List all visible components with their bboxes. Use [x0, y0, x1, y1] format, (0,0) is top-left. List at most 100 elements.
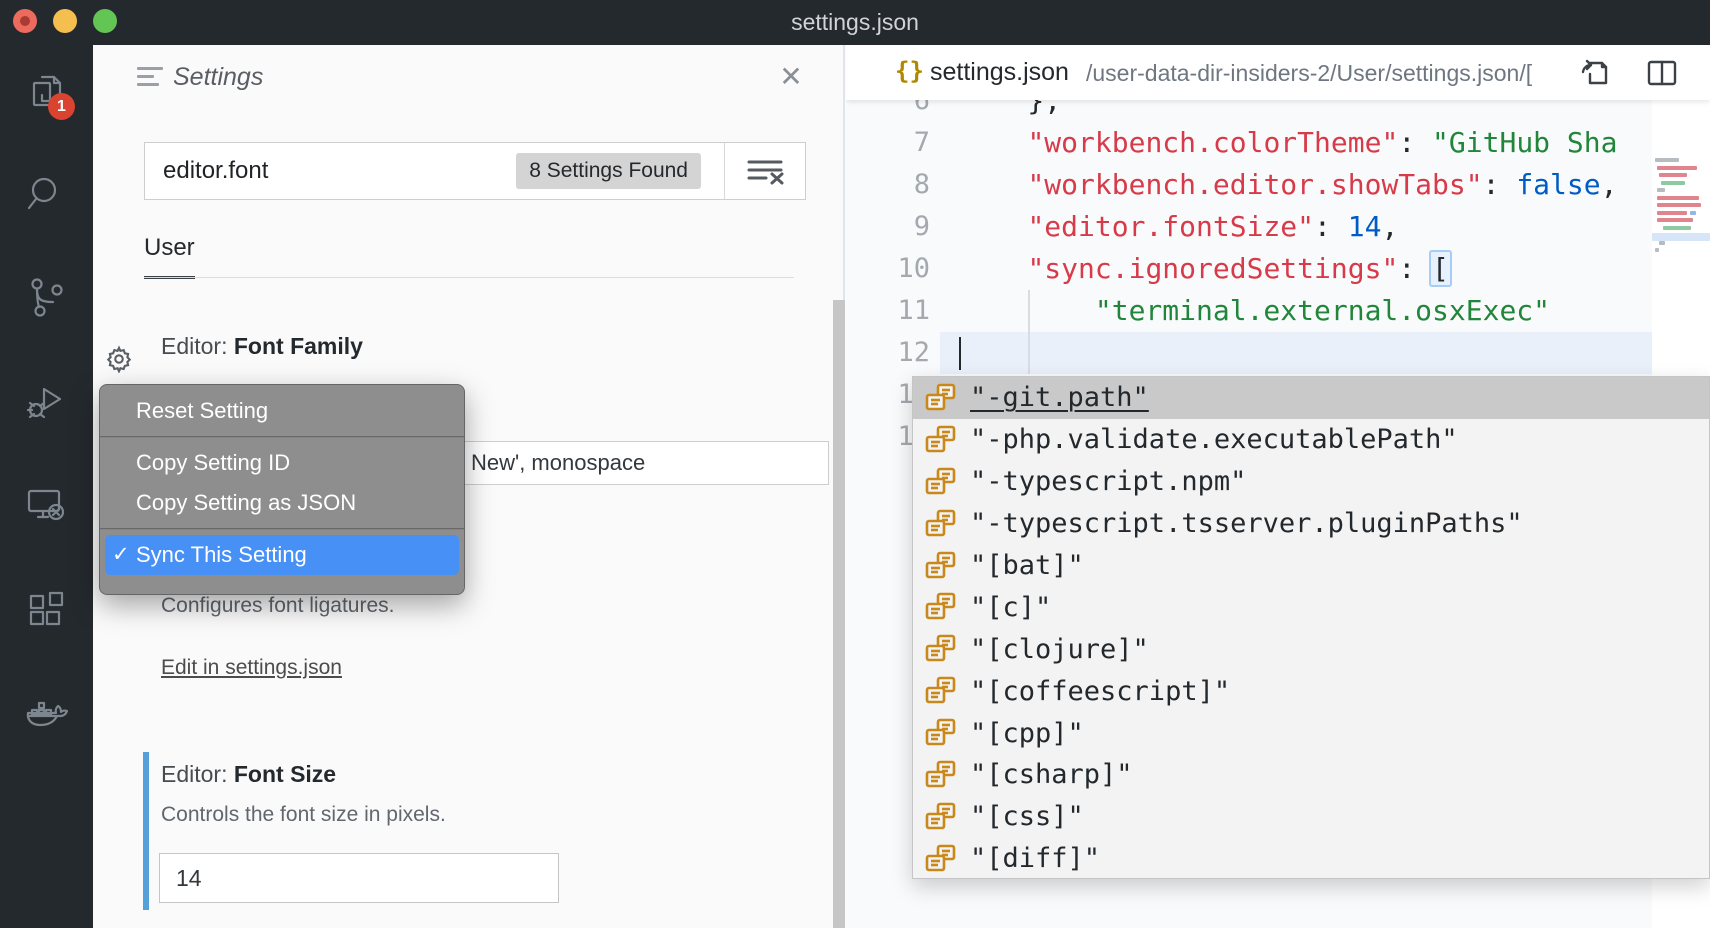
menu-separator: [100, 436, 464, 438]
menu-item-copy-setting-id[interactable]: Copy Setting ID: [105, 443, 459, 483]
editor-pane: 67891011121314 }, "workbench.colorTheme"…: [846, 45, 1710, 928]
gear-icon[interactable]: [105, 345, 133, 373]
code-token: [960, 126, 1027, 159]
settings-scrollbar[interactable]: [833, 300, 845, 928]
code-token: [960, 252, 1027, 285]
breadcrumb[interactable]: /user-data-dir-insiders-2/User/settings.…: [1086, 60, 1532, 87]
font-size-description: Controls the font size in pixels.: [161, 803, 446, 827]
close-window-button[interactable]: [13, 9, 37, 33]
title-bar: settings.json: [0, 0, 1710, 45]
code-token: "sync.ignoredSettings": [1027, 252, 1398, 285]
value-icon: [924, 381, 958, 415]
settings-count-badge: 8 Settings Found: [516, 153, 701, 189]
minimap-row: [1690, 211, 1696, 215]
breadcrumb-file-name[interactable]: settings.json: [930, 58, 1069, 87]
code-line: "workbench.editor.showTabs": false,: [960, 164, 1617, 206]
code-token: 14: [1348, 210, 1382, 243]
activity-bar: 1: [0, 45, 93, 928]
suggest-item-label: "[csharp]": [970, 759, 1133, 790]
suggest-item[interactable]: "[clojure]": [913, 628, 1709, 670]
code-token: "editor.fontSize": [1027, 210, 1314, 243]
suggest-item-label: "[diff]": [970, 843, 1100, 874]
code-token: :: [1483, 168, 1517, 201]
value-icon: [924, 758, 958, 792]
activity-source-control-icon[interactable]: [20, 271, 72, 323]
suggest-item[interactable]: "[c]": [913, 586, 1709, 628]
minimap-row: [1657, 166, 1697, 170]
line-number: 9: [846, 206, 930, 248]
suggest-item-label: "[clojure]": [970, 634, 1149, 665]
minimap-row: [1657, 203, 1701, 207]
suggest-item[interactable]: "-php.validate.executablePath": [913, 419, 1709, 461]
line-number: 10: [846, 248, 930, 290]
source-control-icon: [20, 271, 72, 323]
suggest-item-label: "[bat]": [970, 550, 1084, 581]
suggest-item[interactable]: "-typescript.tsserver.pluginPaths": [913, 503, 1709, 545]
modified-indicator-bar: [143, 752, 149, 910]
minimap-row: [1663, 226, 1691, 230]
suggest-item-label: "-git.path": [970, 382, 1149, 413]
minimize-window-button[interactable]: [53, 9, 77, 33]
extensions-icon: [20, 585, 72, 637]
font-size-input-box: [159, 853, 559, 903]
suggest-item[interactable]: "[coffeescript]": [913, 670, 1709, 712]
minimap-row: [1655, 248, 1659, 252]
value-icon: [924, 590, 958, 624]
run-debug-icon: [20, 375, 72, 427]
json-brace-icon: {}: [895, 57, 924, 85]
activity-docker-icon[interactable]: [20, 688, 72, 740]
menu-item-reset-setting[interactable]: Reset Setting: [105, 391, 459, 431]
suggest-item[interactable]: "[css]": [913, 796, 1709, 838]
current-line-highlight: [940, 332, 1652, 374]
zoom-window-button[interactable]: [93, 9, 117, 33]
activity-search-icon[interactable]: [20, 168, 72, 220]
editor-header: {} settings.json /user-data-dir-insiders…: [846, 45, 1710, 100]
tab-user-scope[interactable]: User: [144, 234, 195, 279]
menu-item-label: Reset Setting: [136, 398, 268, 423]
line-number: 11: [846, 290, 930, 332]
suggest-item[interactable]: "[csharp]": [913, 754, 1709, 796]
value-icon: [924, 549, 958, 583]
suggest-item[interactable]: "-git.path": [913, 377, 1709, 419]
suggest-item[interactable]: "[bat]": [913, 545, 1709, 587]
split-editor-icon[interactable]: [1644, 55, 1680, 91]
font-family-input-box: [462, 441, 829, 485]
explorer-badge: 1: [48, 93, 75, 120]
activity-extensions-icon[interactable]: [20, 585, 72, 637]
setting-title-font-size: Editor: Font Size: [161, 761, 336, 788]
minimap-row: [1661, 181, 1685, 185]
activity-remote-explorer-icon[interactable]: [20, 479, 72, 531]
suggest-item-label: "-typescript.npm": [970, 466, 1246, 497]
setting-context-menu: Reset Setting Copy Setting IDCopy Setting…: [99, 384, 465, 595]
edit-in-settings-json-link[interactable]: Edit in settings.json: [161, 656, 342, 680]
minimap-row: [1659, 173, 1687, 177]
value-icon: [924, 632, 958, 666]
clear-filters-icon[interactable]: [739, 153, 791, 189]
open-preview-icon[interactable]: [1576, 55, 1612, 91]
activity-run-debug-icon[interactable]: [20, 375, 72, 427]
minimap-row: [1655, 158, 1679, 162]
font-size-input[interactable]: [160, 854, 558, 902]
code-token: [960, 168, 1027, 201]
value-icon: [924, 674, 958, 708]
code-token: :: [1314, 210, 1348, 243]
minimap-row: [1652, 233, 1710, 241]
close-icon[interactable]: ✕: [773, 60, 809, 96]
menu-item-copy-setting-as-json[interactable]: Copy Setting as JSON: [105, 483, 459, 523]
suggest-item-label: "[coffeescript]": [970, 676, 1230, 707]
value-icon: [924, 842, 958, 876]
code-token: ,: [1381, 210, 1398, 243]
suggest-item-label: "-typescript.tsserver.pluginPaths": [970, 508, 1523, 539]
font-family-input[interactable]: [463, 442, 828, 484]
value-icon: [924, 423, 958, 457]
suggest-item[interactable]: "[cpp]": [913, 712, 1709, 754]
code-line: "editor.fontSize": 14,: [960, 206, 1398, 248]
menu-item-sync-this-setting[interactable]: ✓Sync This Setting: [105, 535, 459, 575]
font-ligatures-description: Configures font ligatures.: [161, 594, 394, 618]
suggest-item[interactable]: "-typescript.npm": [913, 461, 1709, 503]
suggest-item[interactable]: "[diff]": [913, 838, 1709, 880]
activity-files-icon[interactable]: 1: [20, 67, 72, 119]
settings-tab-title: Settings: [173, 63, 263, 92]
code-token: false: [1516, 168, 1600, 201]
window-title: settings.json: [0, 0, 1710, 45]
